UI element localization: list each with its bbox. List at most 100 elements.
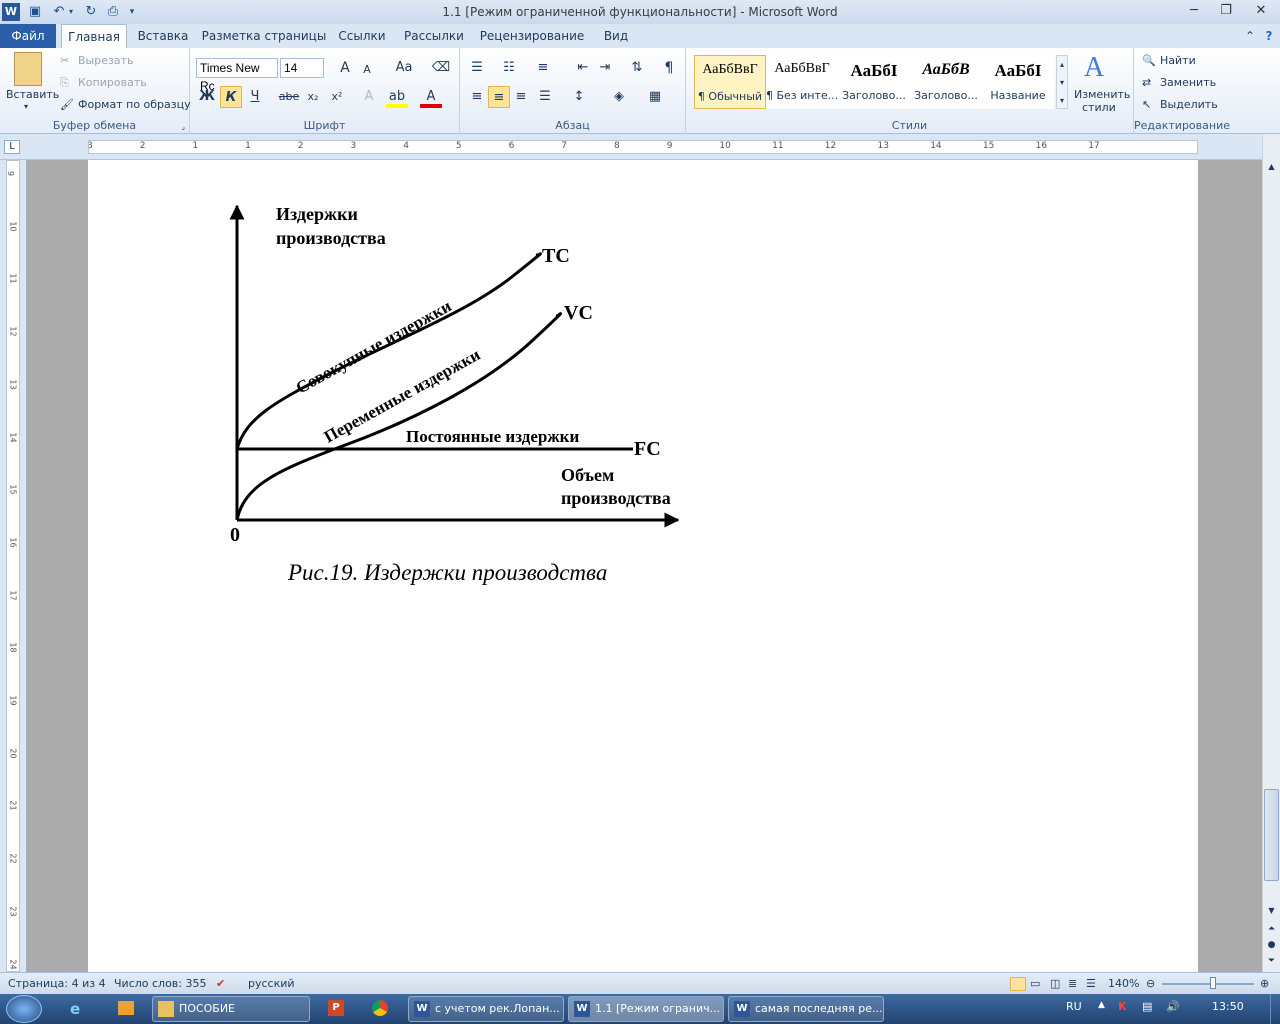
zoom-level[interactable]: 140% (1108, 977, 1139, 990)
tray-expand-icon[interactable]: ▲ (1098, 1000, 1105, 1010)
style-no-spacing[interactable]: АаБбВвГ ¶ Без инте... (766, 55, 838, 109)
change-case-icon[interactable]: Aa (390, 57, 418, 79)
zoom-out-icon[interactable]: ⊖ (1146, 977, 1155, 990)
ribbon-collapse-icon[interactable]: ⌃ (1242, 24, 1258, 48)
language-indicator[interactable]: русский (248, 977, 295, 990)
grow-font-icon[interactable]: A (334, 57, 356, 79)
find-icon[interactable]: 🔍 (1142, 54, 1156, 67)
proofing-icon[interactable]: ✔ (216, 977, 225, 990)
ie-icon[interactable]: e (70, 1000, 80, 1018)
vertical-scrollbar[interactable]: ▲ ▼ ⏶ ● ⏷ (1262, 134, 1280, 972)
tab-page-layout[interactable]: Разметка страницы (200, 24, 328, 48)
font-name-field[interactable]: Times New Rc (196, 58, 278, 93)
clear-formatting-icon[interactable]: ⌫ (430, 57, 452, 79)
restore-button[interactable]: ❐ (1212, 1, 1240, 21)
style-normal[interactable]: АаБбВвГ ¶ Обычный (694, 55, 766, 109)
prev-page-icon[interactable]: ⏶ (1264, 924, 1279, 938)
chrome-icon[interactable] (372, 1000, 388, 1016)
bullets-icon[interactable]: ☰ (466, 57, 488, 79)
align-center-icon[interactable]: ≡ (488, 86, 510, 108)
volume-icon[interactable]: 🔊 (1166, 1000, 1180, 1013)
styles-scroll-icon[interactable]: ▴ ▾ ▾ (1056, 55, 1068, 109)
page-count[interactable]: Страница: 4 из 4 (8, 977, 106, 990)
font-color-icon[interactable]: A (420, 86, 442, 108)
print-layout-icon[interactable] (1010, 977, 1026, 991)
sort-icon[interactable]: ⇅ (626, 57, 648, 79)
shrink-font-icon[interactable]: A (356, 59, 378, 81)
cut-button[interactable]: Вырезать (78, 54, 133, 67)
draft-icon[interactable]: ☰ (1086, 977, 1096, 990)
antivirus-icon[interactable]: K (1118, 1000, 1127, 1013)
tab-review[interactable]: Рецензирование (476, 24, 588, 48)
select-icon[interactable]: ↖ (1142, 98, 1151, 111)
scroll-up-icon[interactable]: ▲ (1264, 162, 1279, 176)
zoom-in-icon[interactable]: ⊕ (1260, 977, 1269, 990)
change-styles-icon[interactable]: A (1084, 52, 1104, 84)
justify-icon[interactable]: ☰ (534, 86, 556, 108)
borders-icon[interactable]: ▦ (644, 86, 666, 108)
document-page[interactable]: Издержки производства TC VC FC Совокупны… (88, 160, 1198, 972)
replace-icon[interactable]: ⇄ (1142, 76, 1151, 89)
change-styles-label-2[interactable]: стили (1082, 101, 1116, 114)
outline-icon[interactable]: ≣ (1068, 977, 1077, 990)
clock[interactable]: 13:50 (1212, 1000, 1244, 1013)
tab-mailings[interactable]: Рассылки (398, 24, 470, 48)
web-layout-icon[interactable]: ◫ (1050, 977, 1060, 990)
scissors-icon[interactable]: ✂ (60, 54, 69, 67)
select-button[interactable]: Выделить (1160, 98, 1218, 111)
full-screen-icon[interactable]: ▭ (1030, 977, 1040, 990)
tab-file[interactable]: Файл (0, 24, 56, 48)
paste-button[interactable]: Вставить (6, 88, 59, 101)
scroll-down-icon[interactable]: ▼ (1264, 906, 1279, 920)
line-spacing-icon[interactable]: ↕ (568, 86, 590, 108)
strikethrough-button[interactable]: abe (278, 86, 300, 108)
italic-button[interactable]: К (220, 86, 242, 108)
multilevel-list-icon[interactable]: ≡ (532, 57, 554, 79)
paste-icon[interactable] (14, 52, 42, 86)
tab-view[interactable]: Вид (594, 24, 638, 48)
style-title[interactable]: АаБбІ Название (982, 55, 1054, 109)
ruler-strip[interactable]: 3211234567891011121314151617 (88, 140, 1198, 154)
taskbar-item-word-2[interactable]: W 1.1 [Режим огранич... (568, 996, 724, 1022)
taskbar-item-word-1[interactable]: W с учетом рек.Лопан... (408, 996, 564, 1022)
taskbar-item-word-3[interactable]: W самая последняя ре... (728, 996, 884, 1022)
show-desktop-button[interactable] (1270, 994, 1280, 1024)
align-right-icon[interactable]: ≡ (510, 86, 532, 108)
media-player-icon[interactable] (118, 1001, 134, 1015)
format-painter-icon[interactable]: 🖌 (60, 98, 74, 111)
zoom-slider[interactable] (1162, 983, 1254, 985)
tab-selector-icon[interactable]: L (4, 140, 20, 154)
font-size-field[interactable]: 14 (280, 58, 324, 78)
decrease-indent-icon[interactable]: ⇤ (572, 57, 594, 79)
zoom-slider-thumb[interactable] (1210, 977, 1216, 989)
copy-button[interactable]: Копировать (78, 76, 147, 89)
minimize-button[interactable]: ─ (1180, 1, 1208, 21)
taskbar-item-folder[interactable]: ПОСОБИЕ (152, 996, 310, 1022)
tab-insert[interactable]: Вставка (132, 24, 194, 48)
format-painter-button[interactable]: Формат по образцу (78, 98, 191, 111)
tab-home[interactable]: Главная (61, 24, 127, 48)
highlight-icon[interactable]: ab (386, 86, 408, 108)
align-left-icon[interactable]: ≡ (466, 86, 488, 108)
input-language[interactable]: RU (1066, 1000, 1082, 1013)
start-button[interactable] (6, 995, 42, 1023)
text-effects-icon[interactable]: A (358, 86, 380, 108)
network-icon[interactable]: ▤ (1142, 1000, 1152, 1013)
change-styles-label-1[interactable]: Изменить (1074, 88, 1130, 101)
superscript-button[interactable]: x² (326, 86, 348, 108)
style-heading-2[interactable]: АаБбВ Заголово... (910, 55, 982, 109)
find-button[interactable]: Найти (1160, 54, 1196, 67)
style-heading-1[interactable]: АаБбІ Заголово... (838, 55, 910, 109)
show-formatting-button[interactable]: ¶ (658, 57, 680, 79)
powerpoint-icon[interactable]: P (328, 1000, 344, 1016)
underline-button[interactable]: Ч (244, 86, 266, 108)
copy-icon[interactable]: ⎘ (60, 76, 69, 90)
clipboard-launcher-icon[interactable]: ⌟ (181, 122, 185, 131)
word-count[interactable]: Число слов: 355 (114, 977, 207, 990)
shading-icon[interactable]: ◈ (608, 86, 630, 108)
scroll-thumb[interactable] (1264, 789, 1279, 881)
numbering-icon[interactable]: ☷ (498, 57, 520, 79)
increase-indent-icon[interactable]: ⇥ (594, 57, 616, 79)
close-button[interactable]: ✕ (1244, 1, 1278, 21)
next-page-icon[interactable]: ⏷ (1264, 956, 1279, 970)
